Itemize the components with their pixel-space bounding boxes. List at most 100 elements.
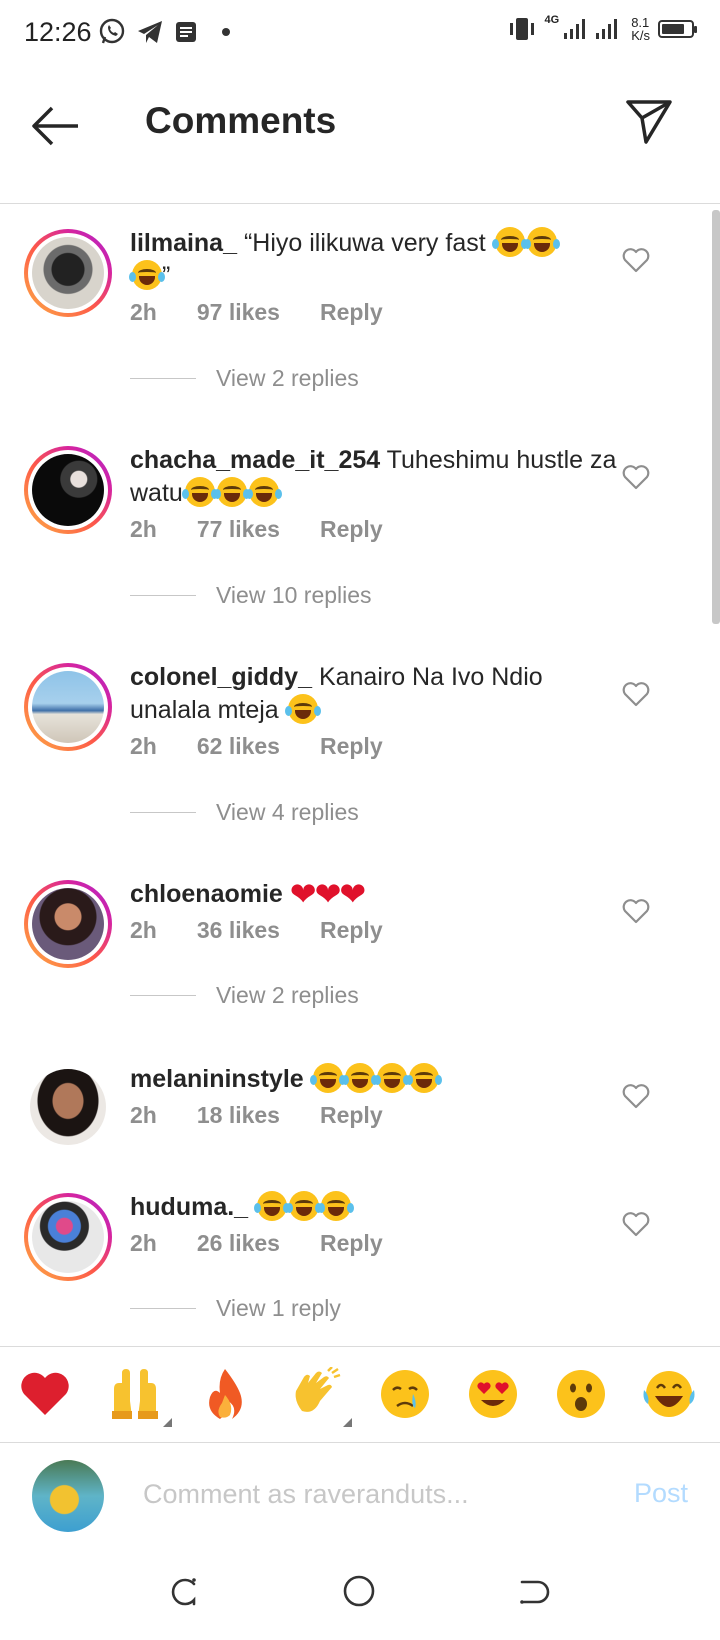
like-heart-icon[interactable] [622,247,650,273]
heart-eyes-icon [469,1370,517,1418]
red-heart-emoji-button[interactable] [18,1367,72,1421]
messages-icon [176,22,196,42]
comment-likes[interactable]: 26 likes [197,1230,280,1257]
comment-input[interactable] [143,1472,583,1516]
comment-meta: 2h 77 likes Reply [130,516,423,543]
like-heart-icon[interactable] [622,464,650,490]
recents-nav-icon[interactable] [166,1574,202,1610]
signal-icon-2 [596,19,618,39]
comment-list: lilmaina_ “Hiyo ilikuwa very fast ” 2h 9… [0,205,712,1345]
red-heart-emoji: ❤❤❤ [289,876,366,912]
avatar[interactable] [24,663,112,751]
comment-username[interactable]: melanininstyle [130,1065,304,1093]
avatar[interactable] [24,1193,112,1281]
scrollbar[interactable] [712,210,720,624]
clapping-hands-icon [295,1367,341,1412]
crying-face-icon [381,1370,429,1418]
reply-button[interactable]: Reply [320,1230,383,1257]
direct-send-icon[interactable] [624,96,674,146]
like-heart-icon[interactable] [622,1211,650,1237]
system-indicators: 4G 8.1 K/s [507,14,697,42]
notification-icons [98,18,230,46]
more-notifications-dot [222,28,230,36]
comment-text: chloenaomie ❤❤❤ [130,878,630,911]
tears-of-joy-emoji [309,1063,442,1093]
comment-username[interactable]: huduma._ [130,1193,248,1221]
comment-time: 2h [130,733,157,759]
comment-likes[interactable]: 18 likes [197,1102,280,1129]
tears-of-joy-emoji [284,694,321,724]
like-heart-icon[interactable] [622,898,650,924]
whatsapp-icon [99,18,125,44]
red-heart-icon [21,1372,69,1415]
back-arrow-icon[interactable] [30,102,82,150]
back-nav-icon[interactable] [516,1574,552,1610]
view-replies-label: View 2 replies [216,365,359,391]
avatar[interactable] [24,446,112,534]
clapping-hands-emoji-button[interactable] [288,1367,352,1427]
reply-button[interactable]: Reply [320,299,383,326]
signal-icon-1 [564,19,586,39]
avatar[interactable] [24,229,112,317]
tears-of-joy-emoji [181,477,282,507]
post-button[interactable]: Post [634,1478,688,1509]
vibrate-icon [509,18,534,40]
view-replies-label: View 10 replies [216,582,372,608]
comment-username[interactable]: colonel_giddy_ [130,663,312,691]
comment-time: 2h [130,917,157,943]
network-type: 4G [544,14,560,26]
reply-button[interactable]: Reply [320,1102,383,1129]
comment-likes[interactable]: 36 likes [197,917,280,944]
view-replies-button[interactable]: View 1 reply [130,1295,341,1322]
raising-hands-emoji-button[interactable] [108,1367,172,1427]
avatar[interactable] [24,1063,112,1151]
comment-time: 2h [130,516,157,542]
astonished-face-icon [557,1370,605,1418]
heart-eyes-emoji-button[interactable] [466,1367,520,1421]
tears-of-joy-emoji [254,1191,355,1221]
crying-face-emoji-button[interactable] [378,1367,432,1421]
current-user-avatar [32,1460,104,1532]
network-speed: 8.1 K/s [631,16,650,42]
network-speed-unit: K/s [631,28,650,43]
comment-text: melanininstyle [130,1063,630,1096]
reply-button[interactable]: Reply [320,733,383,760]
comment-meta: 2h 18 likes Reply [130,1102,423,1129]
reply-button[interactable]: Reply [320,516,383,543]
tears-of-joy-icon [643,1371,695,1417]
comment-username[interactable]: chacha_made_it_254 [130,446,380,474]
comment-likes[interactable]: 97 likes [197,299,280,326]
like-heart-icon[interactable] [622,1083,650,1109]
tears-of-joy-emoji-button[interactable] [642,1367,696,1421]
comment-time: 2h [130,1102,157,1128]
avatar[interactable] [24,880,112,968]
comment-likes[interactable]: 62 likes [197,733,280,760]
comment-text: chacha_made_it_254 Tuheshimu hustle za w… [130,444,630,510]
battery-icon [658,20,697,38]
comment-username[interactable]: chloenaomie [130,880,283,908]
quick-emoji-bar [0,1346,720,1443]
home-nav-icon[interactable] [342,1574,376,1608]
view-replies-button[interactable]: View 2 replies [130,982,359,1009]
comment-text: colonel_giddy_ Kanairo Na Ivo Ndio unala… [130,661,630,727]
status-time: 12:26 [24,17,92,47]
comment-username[interactable]: lilmaina_ [130,229,237,257]
like-heart-icon[interactable] [622,681,650,707]
view-replies-label: View 2 replies [216,982,359,1008]
astonished-face-emoji-button[interactable] [554,1367,608,1421]
fire-emoji-button[interactable] [198,1367,252,1421]
comment-body: “Hiyo ilikuwa very fast [243,229,486,257]
comment-meta: 2h 62 likes Reply [130,733,423,760]
status-bar: 12:26 4G 8.1 K/s [0,0,720,66]
view-replies-button[interactable]: View 10 replies [130,582,372,609]
comment-text: huduma._ [130,1191,630,1224]
comment-meta: 2h 26 likes Reply [130,1230,423,1257]
page-title: Comments [145,100,337,141]
system-nav-bar [0,1544,720,1640]
comments-header: Comments [0,66,720,204]
view-replies-button[interactable]: View 2 replies [130,365,359,392]
raising-hands-icon [112,1369,158,1419]
reply-button[interactable]: Reply [320,917,383,944]
view-replies-button[interactable]: View 4 replies [130,799,359,826]
comment-likes[interactable]: 77 likes [197,516,280,543]
